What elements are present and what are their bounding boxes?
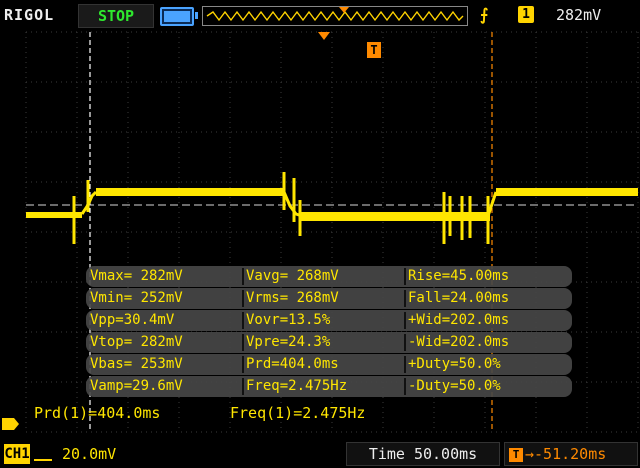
trigger-offset-arrow: → xyxy=(525,445,535,463)
measurement-value: Vpp=30.4mV xyxy=(90,312,175,328)
measurement-value: Vmin= 252mV xyxy=(90,290,183,306)
measurement-divider xyxy=(404,312,406,329)
trigger-offset-readout[interactable]: T →-51.20ms xyxy=(504,442,638,466)
measurement-row: Vmin= 252mV Vrms= 268mV Fall=24.00ms xyxy=(86,288,572,309)
measurement-row: Vtop= 282mV Vpre=24.3% -Wid=202.0ms xyxy=(86,332,572,353)
measurement-divider xyxy=(242,378,244,395)
measurement-table: Vmax= 282mV Vavg= 268mV Rise=45.00ms Vmin= … xyxy=(86,266,572,398)
measurement-value: Vavg= 268mV xyxy=(246,268,339,284)
measurement-value: Fall=24.00ms xyxy=(408,290,510,306)
dc-coupling-icon xyxy=(34,447,52,461)
timebase-label: Time xyxy=(368,445,405,463)
channel-1-scale[interactable]: 20.0mV xyxy=(62,445,116,463)
frequency-readout: Freq(1)=2.475Hz xyxy=(230,404,366,422)
measurement-value: Prd=404.0ms xyxy=(246,356,339,372)
measurement-value: Vovr=13.5% xyxy=(246,312,331,328)
measurement-value: Vpre=24.3% xyxy=(246,334,331,350)
measurement-value: +Wid=202.0ms xyxy=(408,312,510,328)
measurement-divider xyxy=(242,334,244,351)
channel-1-level-marker[interactable] xyxy=(2,418,19,430)
measurement-divider xyxy=(404,268,406,285)
measurement-row: Vmax= 282mV Vavg= 268mV Rise=45.00ms xyxy=(86,266,572,287)
measurement-divider xyxy=(242,312,244,329)
measurement-value: Vmax= 282mV xyxy=(90,268,183,284)
measurement-divider xyxy=(242,268,244,285)
measurement-value: Vbas= 253mV xyxy=(90,356,183,372)
measurement-divider xyxy=(404,356,406,373)
period-readout: Prd(1)=404.0ms xyxy=(34,404,161,422)
measurement-divider xyxy=(404,334,406,351)
measurement-value: Vamp=29.6mV xyxy=(90,378,183,394)
measurement-value: Vrms= 268mV xyxy=(246,290,339,306)
measurement-value: Freq=2.475Hz xyxy=(246,378,348,394)
measurement-value: Vtop= 282mV xyxy=(90,334,183,350)
measurement-row: Vbas= 253mV Prd=404.0ms +Duty=50.0% xyxy=(86,354,572,375)
measurement-divider xyxy=(404,378,406,395)
svg-text:T: T xyxy=(370,43,377,57)
trigger-offset-icon: T xyxy=(509,447,523,462)
timebase-value: 50.00ms xyxy=(413,445,478,463)
measurement-value: -Wid=202.0ms xyxy=(408,334,510,350)
measurement-divider xyxy=(242,290,244,307)
measurement-value: -Duty=50.0% xyxy=(408,378,501,394)
measurement-row: Vamp=29.6mV Freq=2.475Hz -Duty=50.0% xyxy=(86,376,572,397)
trigger-offset-value: -51.20ms xyxy=(534,445,607,463)
timebase-readout[interactable]: Time 50.00ms xyxy=(346,442,500,466)
trigger-marker-badge: T xyxy=(367,42,381,58)
measurement-value: Rise=45.00ms xyxy=(408,268,510,284)
measurement-divider xyxy=(242,356,244,373)
measurement-value: +Duty=50.0% xyxy=(408,356,501,372)
measurement-row: Vpp=30.4mV Vovr=13.5% +Wid=202.0ms xyxy=(86,310,572,331)
measurement-divider xyxy=(404,290,406,307)
channel-1-badge: CH1 xyxy=(4,444,30,464)
